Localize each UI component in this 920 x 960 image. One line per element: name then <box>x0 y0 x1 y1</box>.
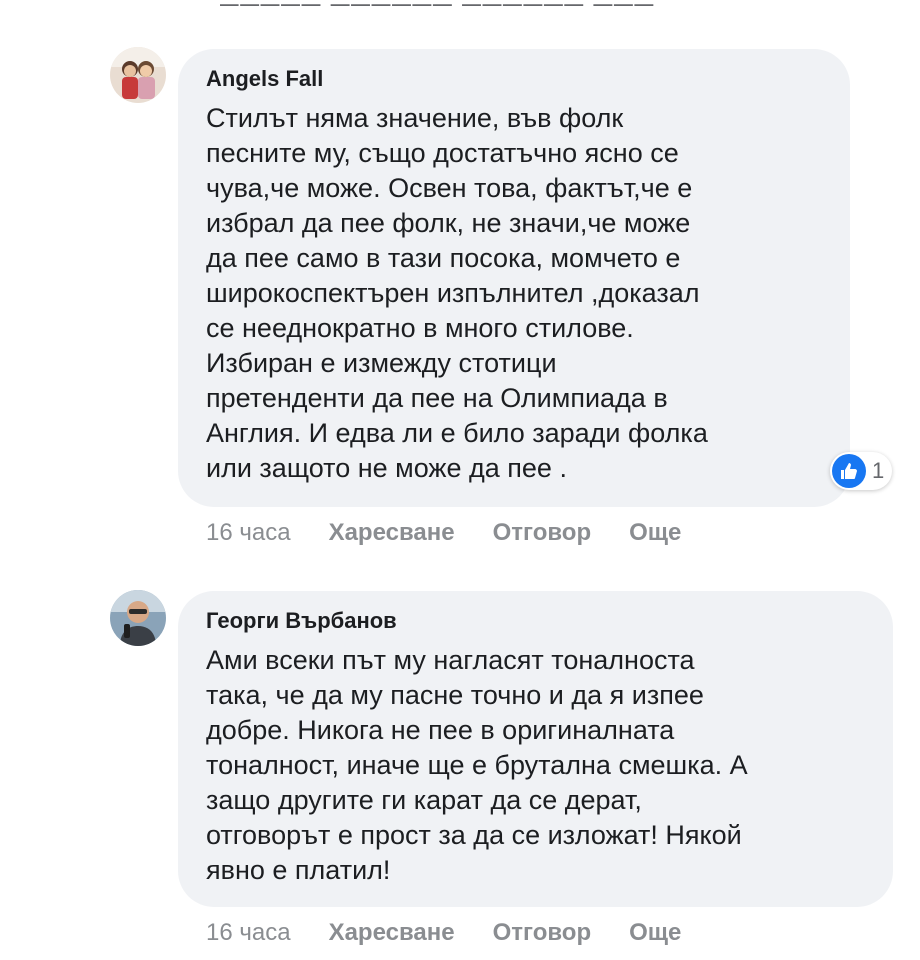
more-button[interactable]: Още <box>629 519 681 547</box>
comment-text-line: така, че да му пасне точно и да я изпее <box>206 680 704 710</box>
comment-text-line: широкоспектърен изпълнител ,доказал <box>206 278 700 308</box>
comment-text-line: песните му, също достатъчно ясно се <box>206 138 679 168</box>
avatar-photo-icon <box>110 590 166 646</box>
comment-text-line: защо другите ги карат да се дерат, <box>206 785 642 815</box>
like-icon <box>832 454 866 488</box>
reaction-count: 1 <box>872 458 885 483</box>
reply-button[interactable]: Отговор <box>493 519 592 547</box>
comment-text: Ами всеки път му нагласят тоналноста так… <box>206 643 865 888</box>
comment-text-line: или защото не може да пее . <box>206 453 567 483</box>
comment-text-line: Англия. И едва ли е било заради фолка <box>206 418 708 448</box>
comment-text-line: да пее само в тази посока, момчето е <box>206 243 681 273</box>
avatar-photo-icon <box>110 47 166 103</box>
avatar[interactable] <box>110 590 166 646</box>
comment-text-line: явно е платил! <box>206 855 391 885</box>
more-button[interactable]: Още <box>629 919 681 947</box>
reply-button[interactable]: Отговор <box>493 919 592 947</box>
comment-text-line: отговорът е прост за да се изложат! Няко… <box>206 820 742 850</box>
like-button[interactable]: Харесване <box>329 519 455 547</box>
comment-text-line: се нееднократно в много стилове. <box>206 313 634 343</box>
comment-text-line: Избиран е измежду стотици <box>206 348 557 378</box>
comment-text-line: чува,че може. Освен това, фактът,че е <box>206 173 693 203</box>
comment-text: Стилът няма значение, във фолк песните м… <box>206 101 822 486</box>
comment-actions: 16 часа Харесване Отговор Още <box>206 919 719 947</box>
comment-text-line: избрал да пее фолк, не значи,че може <box>206 208 691 238</box>
previous-comment-actions-cut: ▁▁▁▁▁ ▁▁▁▁▁▁ ▁▁▁▁▁▁ ▁▁▁ <box>220 0 740 6</box>
comment-text-line: претенденти да пее на Олимпиада в <box>206 383 668 413</box>
comment-text-line: Стилът няма значение, във фолк <box>206 103 624 133</box>
avatar[interactable] <box>110 47 166 103</box>
comment-timestamp[interactable]: 16 часа <box>206 919 291 947</box>
comment-text-line: добре. Никога не пее в оригиналната <box>206 715 675 745</box>
reaction-badge[interactable]: 1 <box>830 452 893 490</box>
comment-bubble: Angels Fall Стилът няма значение, във фо… <box>178 49 850 507</box>
comment-author[interactable]: Георги Върбанов <box>206 607 865 635</box>
comment-timestamp[interactable]: 16 часа <box>206 519 291 547</box>
comment-text-line: Ами всеки път му нагласят тоналноста <box>206 645 695 675</box>
like-button[interactable]: Харесване <box>329 919 455 947</box>
comment-text-line: тоналност, иначе ще е брутална смешка. А <box>206 750 748 780</box>
comment-bubble: Георги Върбанов Ами всеки път му наглася… <box>178 591 893 907</box>
comment-author[interactable]: Angels Fall <box>206 65 822 93</box>
comment-actions: 16 часа Харесване Отговор Още <box>206 519 719 547</box>
